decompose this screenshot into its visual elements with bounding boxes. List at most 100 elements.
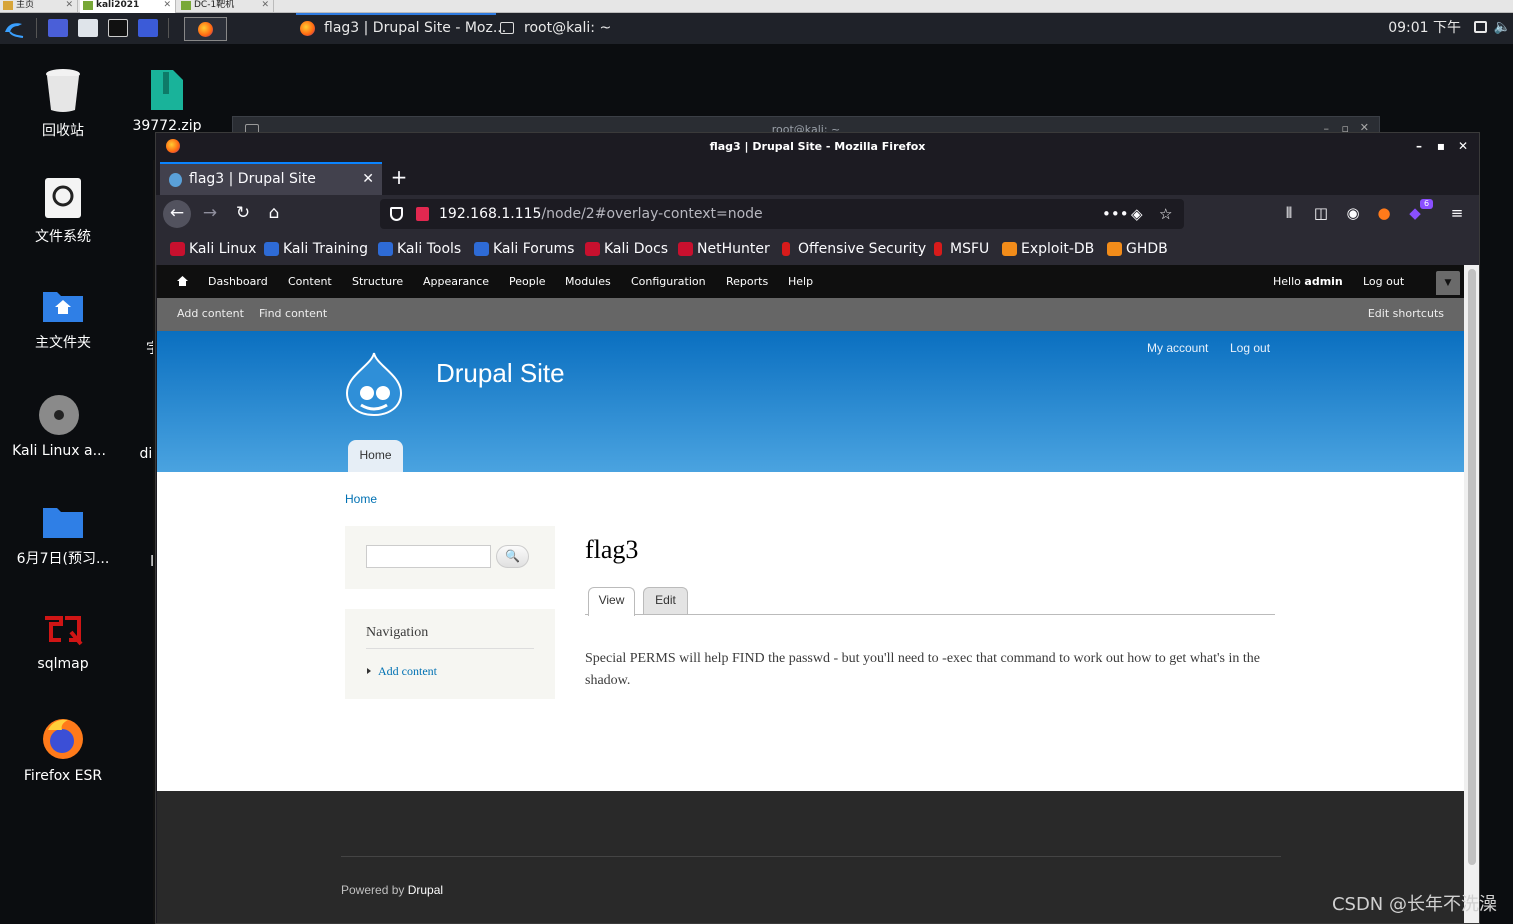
- desktop-icon-firefox[interactable]: Firefox ESR: [8, 716, 118, 784]
- bookmark-item[interactable]: Kali Forums: [474, 233, 574, 265]
- disc-icon: [39, 395, 79, 435]
- close-icon[interactable]: ✕: [261, 0, 269, 11]
- bookmark-label: Offensive Security: [798, 241, 927, 257]
- admin-menu-configuration[interactable]: Configuration: [631, 265, 706, 298]
- shortcuts-toggle-button[interactable]: ▼: [1436, 271, 1460, 295]
- bookmark-item[interactable]: Exploit-DB: [1002, 233, 1094, 265]
- bookmark-item[interactable]: Kali Tools: [378, 233, 461, 265]
- screen-icon[interactable]: [138, 19, 158, 37]
- home-button[interactable]: ⌂: [260, 200, 288, 228]
- search-input[interactable]: [366, 545, 491, 568]
- search-button[interactable]: 🔍: [496, 545, 529, 568]
- back-button[interactable]: ←: [163, 200, 191, 228]
- hello-user: Hello admin: [1273, 265, 1343, 298]
- minimize-icon[interactable]: –: [1409, 133, 1429, 160]
- tab-edit[interactable]: Edit: [643, 587, 688, 614]
- task-terminal[interactable]: root@kali: ~: [500, 13, 611, 44]
- task-firefox[interactable]: flag3 | Drupal Site - Moz...: [296, 13, 506, 44]
- nav-add-content-link[interactable]: Add content: [378, 664, 437, 679]
- page-scrollbar[interactable]: [1464, 265, 1479, 923]
- username[interactable]: admin: [1304, 275, 1342, 288]
- bookmark-item[interactable]: GHDB: [1107, 233, 1168, 265]
- zip-file-icon: [151, 70, 183, 110]
- extension-icon[interactable]: ●: [1371, 200, 1397, 226]
- toolbar-logout-link[interactable]: Log out: [1363, 265, 1404, 298]
- bookmark-item[interactable]: Kali Docs: [585, 233, 668, 265]
- tracking-protection-icon[interactable]: [390, 207, 403, 221]
- workspace-icon[interactable]: [48, 19, 68, 37]
- watermark-text: CSDN @长年不洗澡: [1331, 894, 1497, 915]
- close-tab-icon[interactable]: ✕: [362, 164, 374, 194]
- drupal-link[interactable]: Drupal: [408, 883, 443, 897]
- admin-menu-people[interactable]: People: [509, 265, 546, 298]
- home-icon[interactable]: [177, 276, 188, 286]
- search-icon: 🔍: [505, 549, 520, 563]
- my-account-link[interactable]: My account: [1147, 341, 1208, 355]
- maximize-icon[interactable]: ▪: [1431, 133, 1451, 160]
- site-header: Drupal Site My account Log out Home: [157, 331, 1464, 472]
- close-icon[interactable]: ✕: [163, 0, 171, 11]
- desktop-icon-sqlmap[interactable]: sqlmap: [8, 610, 118, 672]
- new-tab-button[interactable]: +: [388, 162, 410, 192]
- admin-menu-structure[interactable]: Structure: [352, 265, 403, 298]
- shortcut-find-content[interactable]: Find content: [259, 298, 327, 330]
- clock[interactable]: 09:01 下午: [1388, 13, 1461, 43]
- library-icon[interactable]: ⫴: [1276, 200, 1302, 226]
- firefox-launcher[interactable]: [184, 17, 227, 41]
- insecure-lock-icon[interactable]: [416, 207, 429, 221]
- admin-menu-content[interactable]: Content: [288, 265, 332, 298]
- menu-icon[interactable]: ≡: [1444, 200, 1470, 226]
- main-menu-home[interactable]: Home: [348, 440, 403, 472]
- files-icon[interactable]: [78, 19, 98, 37]
- vm-tab-dc1[interactable]: DC-1靶机 ✕: [178, 0, 274, 13]
- site-name[interactable]: Drupal Site: [436, 358, 565, 389]
- firefox-icon: [300, 21, 315, 36]
- bookmark-star-icon[interactable]: ☆: [1159, 199, 1172, 229]
- vm-tab-label: DC-1靶机: [194, 0, 235, 10]
- pocket-icon[interactable]: ◈: [1131, 199, 1143, 229]
- home-icon: [3, 1, 13, 10]
- admin-menu-help[interactable]: Help: [788, 265, 813, 298]
- divider: [341, 856, 1281, 857]
- account-icon[interactable]: ◉: [1340, 200, 1366, 226]
- edit-shortcuts-link[interactable]: Edit shortcuts: [1368, 298, 1444, 330]
- bookmark-item[interactable]: Kali Linux: [170, 233, 256, 265]
- desktop-icon-trash[interactable]: 回收站: [8, 68, 118, 140]
- drupal-logo-icon[interactable]: [343, 351, 405, 417]
- bookmark-item[interactable]: MSFU: [931, 233, 989, 265]
- admin-menu-appearance[interactable]: Appearance: [423, 265, 489, 298]
- vm-tab-kali[interactable]: kali2021 ✕: [80, 0, 176, 13]
- page-actions-icon[interactable]: •••: [1102, 199, 1129, 229]
- admin-menu-dashboard[interactable]: Dashboard: [208, 265, 268, 298]
- header-logout-link[interactable]: Log out: [1230, 341, 1270, 355]
- admin-menu-reports[interactable]: Reports: [726, 265, 768, 298]
- page-viewport: Dashboard Content Structure Appearance P…: [157, 265, 1464, 923]
- browser-tab[interactable]: flag3 | Drupal Site ✕: [160, 162, 382, 195]
- forward-button[interactable]: →: [196, 200, 224, 228]
- bookmark-item[interactable]: Kali Training: [264, 233, 368, 265]
- powered-by: Powered by Drupal: [341, 883, 443, 897]
- terminal-icon[interactable]: [108, 19, 128, 37]
- close-icon[interactable]: ✕: [65, 0, 73, 11]
- kali-menu-icon[interactable]: [2, 16, 26, 40]
- bookmark-item[interactable]: NetHunter: [678, 233, 770, 265]
- bookmark-item[interactable]: Offensive Security: [779, 233, 926, 265]
- scrollbar-thumb[interactable]: [1468, 269, 1476, 865]
- display-icon[interactable]: [1474, 21, 1487, 33]
- bookmark-label: Kali Linux: [189, 241, 257, 257]
- tab-view[interactable]: View: [588, 587, 635, 616]
- drupal-favicon-icon: [169, 173, 182, 187]
- desktop-partial-label: dir: [96, 446, 158, 462]
- shortcut-add-content[interactable]: Add content: [177, 298, 244, 330]
- vm-tab-home[interactable]: 主页 ✕: [0, 0, 78, 13]
- close-icon[interactable]: ✕: [1453, 133, 1473, 160]
- volume-icon[interactable]: 🔈: [1494, 19, 1511, 35]
- breadcrumb[interactable]: Home: [345, 492, 377, 506]
- icon-label: Firefox ESR: [23, 768, 103, 784]
- sidebar-icon[interactable]: ◫: [1308, 200, 1334, 226]
- reload-button[interactable]: ↻: [229, 200, 257, 228]
- url-bar[interactable]: 192.168.1.115/node/2#overlay-context=nod…: [380, 199, 1184, 229]
- admin-menu-modules[interactable]: Modules: [565, 265, 611, 298]
- home-folder-icon: [43, 292, 83, 322]
- desktop-icon-zip[interactable]: 39772.zip: [112, 68, 222, 134]
